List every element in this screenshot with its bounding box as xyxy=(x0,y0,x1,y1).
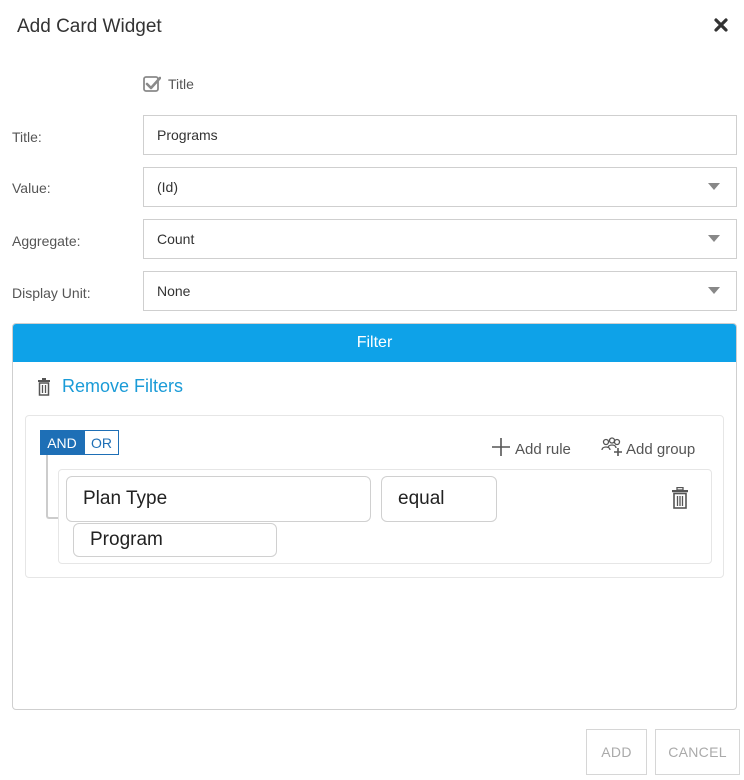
filter-panel: Filter Remove Filters AND OR Add rule Ad… xyxy=(12,323,737,710)
title-input-value: Programs xyxy=(157,127,218,143)
aggregate-select-value: Count xyxy=(157,231,195,247)
rule-operator-select[interactable]: equal xyxy=(381,476,497,522)
add-group-label: Add group xyxy=(626,441,696,458)
close-button[interactable] xyxy=(708,12,734,38)
title-label: Title: xyxy=(12,129,42,145)
title-checkbox[interactable]: Title xyxy=(143,74,194,94)
remove-filters-link[interactable]: Remove Filters xyxy=(37,376,183,397)
add-group-button[interactable]: Add group xyxy=(601,435,695,458)
title-checkbox-label: Title xyxy=(168,76,194,92)
cancel-button[interactable]: CANCEL xyxy=(655,729,740,775)
add-button[interactable]: ADD xyxy=(586,729,647,775)
or-button[interactable]: OR xyxy=(84,430,119,455)
value-select[interactable]: (Id) xyxy=(143,167,737,207)
trash-icon xyxy=(38,377,50,396)
add-rule-button[interactable]: Add rule xyxy=(491,435,571,458)
and-button[interactable]: AND xyxy=(40,430,84,455)
plus-icon xyxy=(492,437,510,456)
remove-filters-label: Remove Filters xyxy=(62,376,184,396)
display-unit-select-value: None xyxy=(157,283,191,299)
value-label: Value: xyxy=(12,180,51,196)
display-unit-label: Display Unit: xyxy=(12,285,91,301)
dialog-title: Add Card Widget xyxy=(17,16,162,37)
rule-field-select[interactable]: Plan Type xyxy=(66,476,371,522)
aggregate-label: Aggregate: xyxy=(12,233,81,249)
filter-header: Filter xyxy=(13,324,736,362)
query-builder-group: AND OR Add rule Add group Plan Type equa… xyxy=(25,415,724,578)
dropdown-caret-icon xyxy=(708,287,720,294)
title-input[interactable]: Programs xyxy=(143,115,737,155)
dropdown-caret-icon xyxy=(708,235,720,242)
filter-rule: Plan Type equal Program xyxy=(58,469,712,564)
close-x-icon[interactable] xyxy=(708,12,734,38)
rule-value-input[interactable]: Program xyxy=(73,523,277,557)
checkbox-checked-icon[interactable] xyxy=(143,75,161,93)
dropdown-caret-icon xyxy=(708,183,720,190)
conjunction-toggle: AND OR xyxy=(40,430,119,455)
value-select-value: (Id) xyxy=(157,179,178,195)
users-add-icon xyxy=(601,436,622,456)
add-rule-label: Add rule xyxy=(515,441,571,458)
display-unit-select[interactable]: None xyxy=(143,271,737,311)
aggregate-select[interactable]: Count xyxy=(143,219,737,259)
delete-rule-icon[interactable] xyxy=(671,487,689,509)
